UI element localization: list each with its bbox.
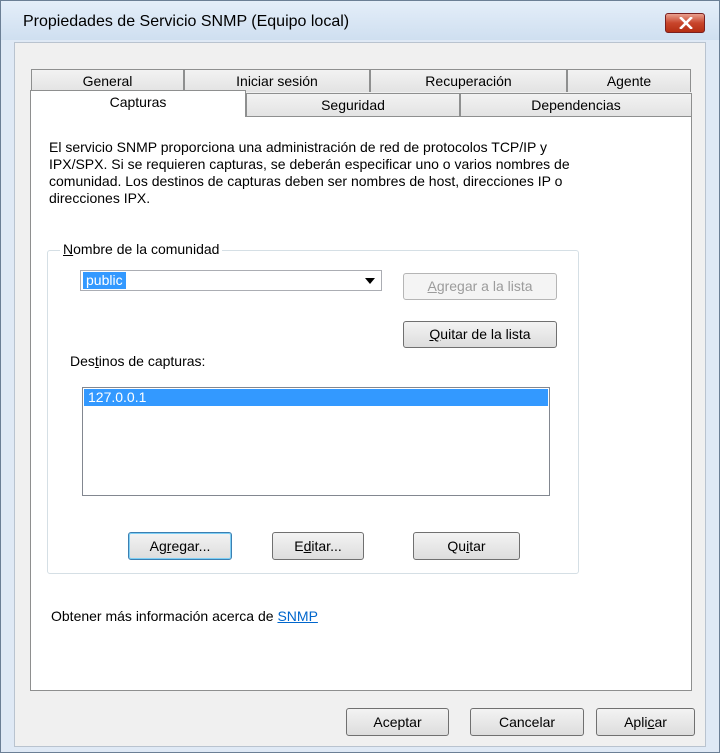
tab-label: Iniciar sesión	[236, 73, 318, 89]
tab-label: General	[82, 73, 133, 89]
button-label: Ag	[149, 538, 167, 554]
add-destination-button[interactable]: Agregar...	[128, 532, 232, 560]
add-to-list-button[interactable]: Agregar a la lista	[403, 273, 557, 300]
tab-label: Recuperación	[425, 73, 512, 89]
cancel-button[interactable]: Cancelar	[470, 708, 584, 736]
tab-seguridad[interactable]: Seguridad	[246, 93, 460, 116]
legend-access-key: N	[63, 241, 74, 257]
service-description: El servicio SNMP proporciona una adminis…	[49, 139, 570, 206]
tab-label: Agente	[606, 73, 652, 89]
community-name-value: public	[83, 272, 126, 289]
community-legend: Nombre de la comunidad	[60, 241, 223, 257]
button-access-key: A	[427, 278, 437, 294]
button-label: ar	[654, 714, 667, 730]
window-title: Propiedades de Servicio SNMP (Equipo loc…	[23, 13, 350, 30]
community-name-combobox[interactable]: public	[80, 270, 382, 291]
tab-agente[interactable]: Agente	[567, 69, 691, 92]
tab-label: Dependencias	[531, 97, 621, 113]
legend-text: ombre de la comunidad	[73, 241, 220, 257]
more-info-text: Obtener más información acerca de SNMP	[51, 608, 318, 624]
close-icon	[679, 17, 693, 29]
more-info-label: Obtener más información acerca de	[51, 608, 274, 624]
edit-destination-button[interactable]: Editar...	[272, 532, 364, 560]
trap-destinations-list[interactable]: 127.0.0.1	[82, 387, 550, 496]
button-label: E	[294, 538, 304, 554]
button-label: uitar de la lista	[440, 326, 531, 342]
button-access-key: Q	[429, 326, 441, 342]
trap-destinations-label: Destinos de capturas:	[70, 353, 205, 369]
tab-recuperacion[interactable]: Recuperación	[370, 69, 567, 92]
button-label: tar	[469, 538, 486, 554]
tab-dependencias[interactable]: Dependencias	[460, 93, 692, 116]
tab-label: Capturas	[109, 94, 167, 110]
chevron-down-icon[interactable]	[365, 278, 375, 284]
button-label: itar...	[311, 538, 342, 554]
ok-button[interactable]: Aceptar	[346, 708, 449, 736]
label-text: inos de capturas:	[98, 353, 206, 369]
button-label: gregar a la lista	[436, 278, 533, 294]
close-button[interactable]	[665, 13, 705, 33]
properties-dialog: Propiedades de Servicio SNMP (Equipo loc…	[0, 0, 720, 753]
remove-destination-button[interactable]: Quitar	[413, 532, 520, 560]
apply-button[interactable]: Aplicar	[596, 708, 695, 736]
dialog-client-area: General Iniciar sesión Recuperación Agen…	[14, 42, 706, 747]
remove-from-list-button[interactable]: Quitar de la lista	[403, 321, 557, 348]
list-item[interactable]: 127.0.0.1	[84, 389, 548, 406]
tab-capturas[interactable]: Capturas	[30, 90, 246, 117]
button-label: Apli	[624, 714, 648, 730]
tab-general[interactable]: General	[31, 69, 184, 92]
tab-iniciar-sesion[interactable]: Iniciar sesión	[184, 69, 370, 92]
snmp-help-link[interactable]: SNMP	[277, 608, 317, 624]
tab-label: Seguridad	[321, 97, 385, 113]
community-group: Nombre de la comunidad public Agregar a …	[47, 241, 579, 574]
button-label: Qu	[447, 538, 467, 554]
tab-panel-capturas: El servicio SNMP proporciona una adminis…	[30, 116, 692, 691]
button-label: egar...	[171, 538, 211, 554]
label-text: Des	[70, 353, 95, 369]
title-bar[interactable]: Propiedades de Servicio SNMP (Equipo loc…	[1, 1, 719, 40]
